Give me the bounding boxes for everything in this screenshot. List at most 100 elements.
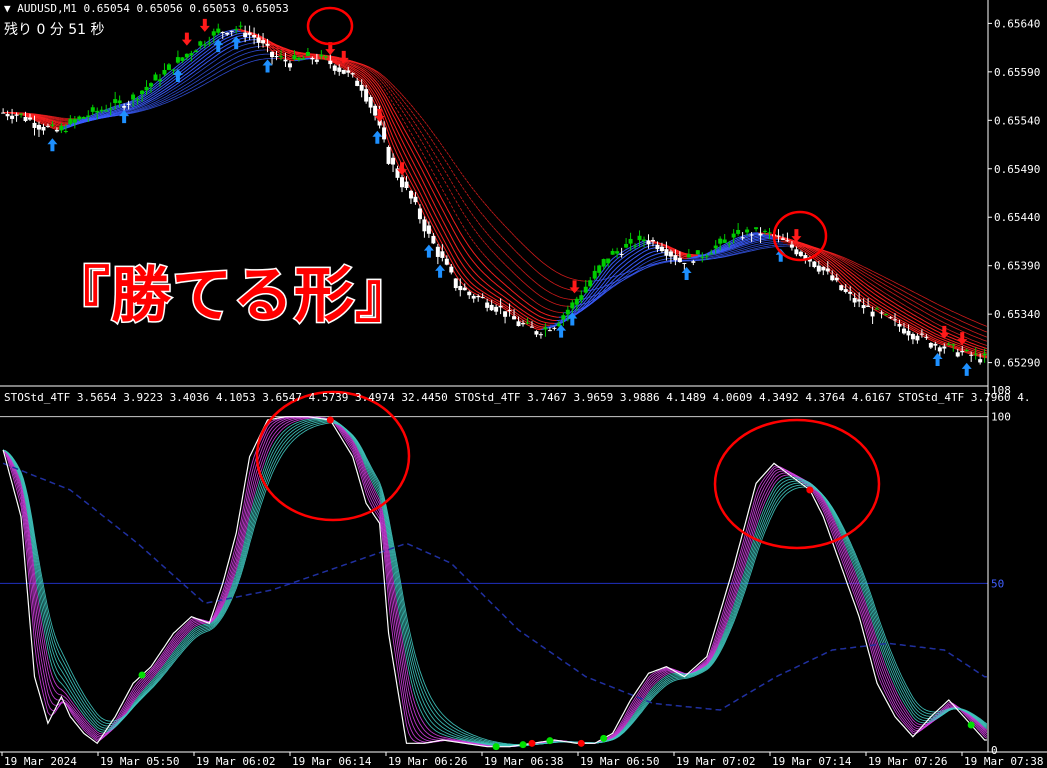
candle-body bbox=[346, 70, 351, 73]
candle-body bbox=[498, 305, 503, 308]
time-tick-label: 19 Mar 05:50 bbox=[100, 755, 179, 768]
candle-body bbox=[960, 351, 965, 353]
candle-body bbox=[816, 265, 821, 272]
candle-body bbox=[283, 59, 288, 62]
candle-body bbox=[574, 298, 579, 305]
candle-body bbox=[28, 117, 33, 120]
candle-body bbox=[422, 219, 427, 232]
stoch-buy-dot bbox=[138, 671, 146, 679]
stoch-buy-dot bbox=[492, 743, 500, 751]
candle-body bbox=[292, 55, 297, 60]
candle-body bbox=[166, 64, 171, 70]
candle-body bbox=[628, 238, 633, 244]
candle-body bbox=[570, 302, 575, 309]
candle-body bbox=[10, 115, 15, 119]
candle-body bbox=[368, 96, 373, 108]
stoch-sell-dot bbox=[528, 739, 536, 747]
candle-body bbox=[131, 94, 136, 100]
candle-body bbox=[861, 305, 866, 309]
price-tick-label: 0.65390 bbox=[994, 260, 1040, 273]
candle-body bbox=[561, 315, 566, 320]
candle-body bbox=[780, 238, 785, 240]
candle-body bbox=[736, 229, 741, 234]
time-tick-label: 19 Mar 06:14 bbox=[292, 755, 372, 768]
candle-body bbox=[606, 258, 611, 264]
time-tick-label: 19 Mar 06:02 bbox=[196, 755, 275, 768]
candle-body bbox=[955, 352, 960, 357]
candle-body bbox=[677, 257, 682, 263]
candle-body bbox=[830, 275, 835, 281]
candle-body bbox=[207, 42, 212, 44]
candle-body bbox=[619, 253, 624, 255]
trading-chart: 0.65640 0.65590 0.65540 0.65490 0.65440 0.653… bbox=[0, 0, 1047, 768]
candle-body bbox=[597, 265, 602, 273]
candle-body bbox=[547, 330, 552, 332]
candle-body bbox=[404, 181, 409, 189]
candle-body bbox=[247, 32, 252, 35]
candle-body bbox=[301, 58, 306, 60]
candle-body bbox=[507, 310, 512, 312]
candle-body bbox=[5, 114, 10, 117]
price-tick-label: 0.65640 bbox=[994, 17, 1040, 30]
candle-body bbox=[538, 334, 543, 336]
candle-body bbox=[23, 117, 28, 121]
candle-body bbox=[193, 50, 198, 53]
candle-body bbox=[458, 285, 463, 291]
candle-body bbox=[270, 51, 275, 58]
candle-body bbox=[601, 259, 606, 267]
candle-body bbox=[180, 57, 185, 61]
candle-body bbox=[153, 74, 158, 81]
candle-body bbox=[373, 105, 378, 116]
candle-body bbox=[857, 299, 862, 302]
candle-body bbox=[1, 112, 6, 114]
candle-body bbox=[973, 353, 978, 355]
candle-body bbox=[171, 69, 176, 71]
candle-body bbox=[328, 60, 333, 65]
candle-body bbox=[440, 251, 445, 258]
candle-body bbox=[113, 99, 118, 104]
candle-body bbox=[198, 41, 203, 46]
candle-body bbox=[19, 113, 24, 115]
stoch-sell-dot bbox=[577, 739, 585, 747]
candle-body bbox=[825, 268, 830, 272]
time-tick-label: 19 Mar 06:38 bbox=[484, 755, 563, 768]
candle-body bbox=[189, 53, 194, 56]
time-tick-label: 19 Mar 07:14 bbox=[772, 755, 852, 768]
candle-body bbox=[691, 261, 696, 263]
candle-body bbox=[924, 336, 929, 338]
candle-body bbox=[476, 295, 481, 298]
candle-body bbox=[673, 255, 678, 261]
candle-body bbox=[879, 312, 884, 314]
candle-body bbox=[758, 233, 763, 236]
candle-body bbox=[588, 280, 593, 287]
candle-body bbox=[162, 69, 167, 75]
candle-body bbox=[695, 250, 700, 255]
candle-body bbox=[848, 291, 853, 294]
candle-body bbox=[278, 56, 283, 58]
price-tick-label: 0.65290 bbox=[994, 357, 1040, 370]
candle-body bbox=[552, 327, 557, 329]
candle-body bbox=[485, 302, 490, 308]
candle-body bbox=[700, 256, 705, 258]
candle-body bbox=[919, 333, 924, 335]
candle-body bbox=[444, 258, 449, 265]
candle-body bbox=[906, 330, 911, 336]
candle-body bbox=[431, 235, 436, 244]
candle-body bbox=[386, 146, 391, 164]
candle-body bbox=[933, 343, 938, 346]
candle-body bbox=[45, 125, 50, 127]
candle-body bbox=[642, 239, 647, 241]
symbol-ohlc-line: ▼ AUDUSD,M1 0.65054 0.65056 0.65053 0.65… bbox=[4, 2, 289, 15]
candle-body bbox=[140, 90, 145, 94]
candle-body bbox=[252, 35, 257, 38]
stoch-buy-dot bbox=[967, 721, 975, 729]
candle-body bbox=[529, 326, 534, 328]
candle-body bbox=[875, 308, 880, 310]
candle-body bbox=[722, 239, 727, 243]
candle-body bbox=[175, 57, 180, 63]
candle-body bbox=[516, 321, 521, 327]
candle-body bbox=[543, 327, 548, 330]
candle-body bbox=[839, 285, 844, 291]
candle-body bbox=[391, 157, 396, 165]
candle-body bbox=[122, 106, 127, 108]
